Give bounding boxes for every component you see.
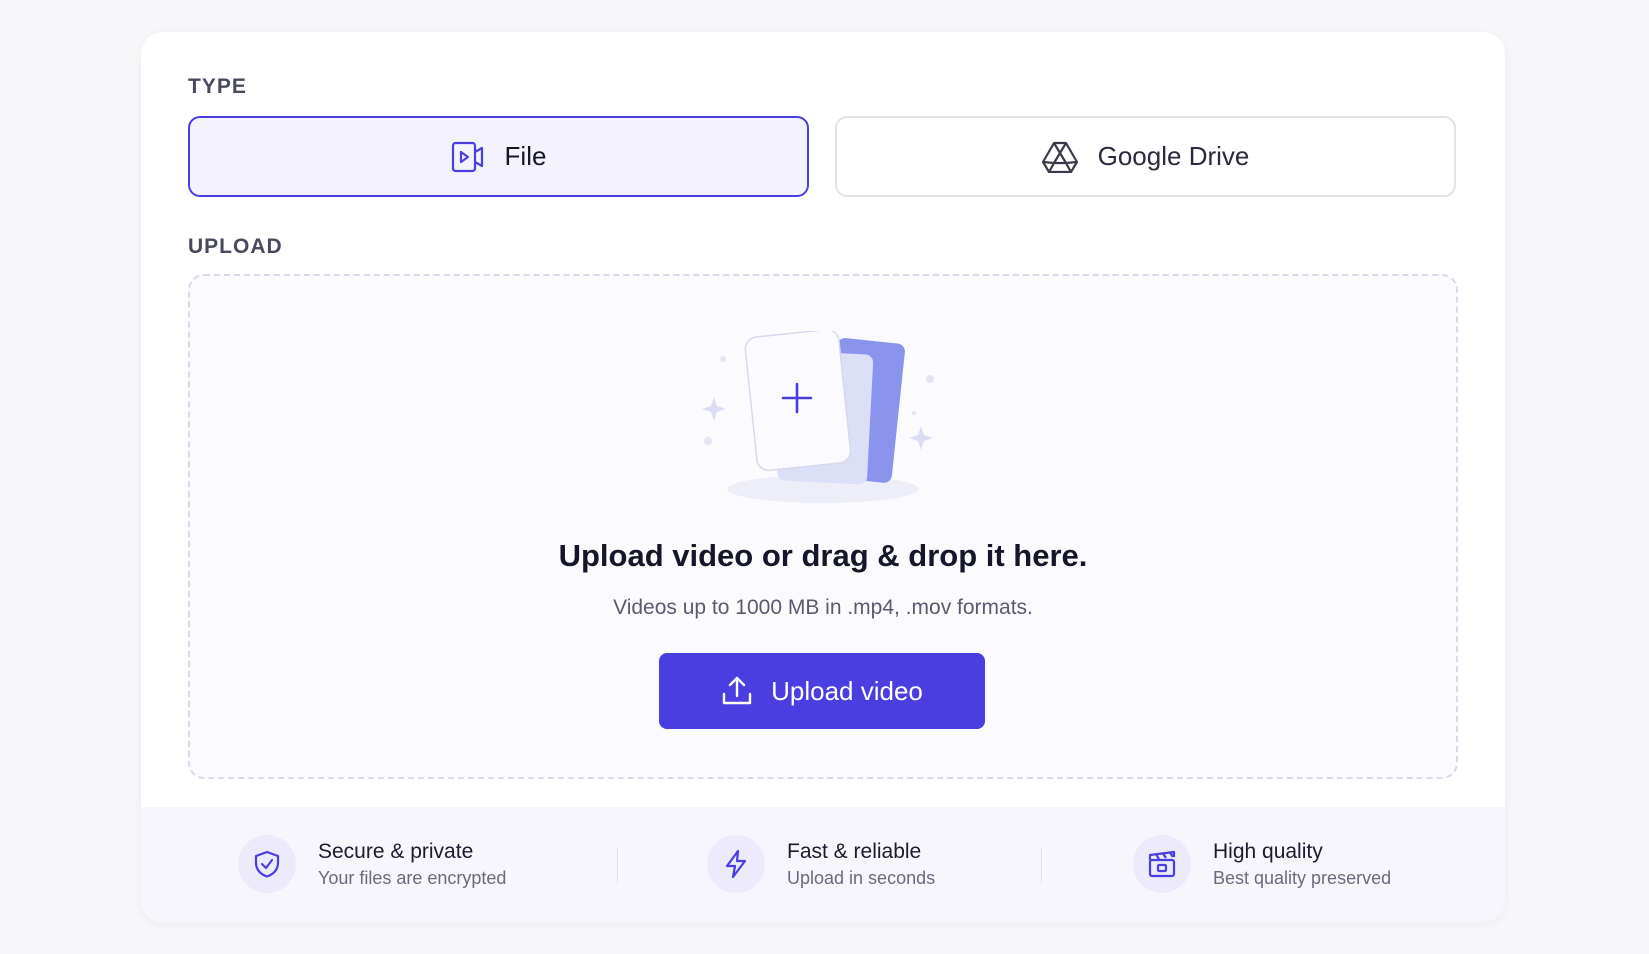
- upload-icon: [721, 675, 753, 707]
- video-file-icon: [451, 140, 485, 174]
- type-option-google-drive[interactable]: Google Drive: [835, 116, 1456, 197]
- type-option-file-label: File: [504, 141, 547, 171]
- feature-subtitle: Best quality preserved: [1213, 867, 1392, 888]
- google-drive-icon: [1041, 141, 1078, 173]
- features-bar: Secure & private Your files are encrypte…: [141, 807, 1505, 922]
- feature-subtitle: Upload in seconds: [787, 867, 936, 888]
- upload-card: TYPE File Google Drive UPLOAD Upload vid…: [141, 32, 1505, 922]
- upload-section-label: UPLOAD: [188, 235, 283, 258]
- type-option-google-drive-label: Google Drive: [1097, 141, 1250, 171]
- feature-quality: High quality Best quality preserved: [1133, 835, 1391, 893]
- shield-check-icon: [238, 835, 296, 893]
- upload-illustration: [695, 328, 955, 511]
- upload-dropzone[interactable]: Upload video or drag & drop it here. Vid…: [188, 274, 1458, 779]
- feature-title: High quality: [1213, 839, 1323, 863]
- feature-secure: Secure & private Your files are encrypte…: [238, 835, 506, 893]
- feature-title: Fast & reliable: [787, 839, 922, 863]
- type-option-file[interactable]: File: [188, 116, 809, 197]
- feature-divider: [1041, 847, 1042, 883]
- lightning-icon: [707, 835, 765, 893]
- upload-video-button-label: Upload video: [771, 675, 923, 706]
- upload-video-button[interactable]: Upload video: [659, 653, 985, 729]
- clapperboard-icon: [1133, 835, 1191, 893]
- dropzone-subtitle: Videos up to 1000 MB in .mp4, .mov forma…: [613, 596, 1033, 619]
- feature-subtitle: Your files are encrypted: [318, 867, 507, 888]
- feature-divider: [617, 847, 618, 883]
- feature-title: Secure & private: [318, 839, 474, 863]
- dropzone-title: Upload video or drag & drop it here.: [558, 538, 1088, 573]
- type-section-label: TYPE: [188, 75, 247, 98]
- feature-fast: Fast & reliable Upload in seconds: [707, 835, 935, 893]
